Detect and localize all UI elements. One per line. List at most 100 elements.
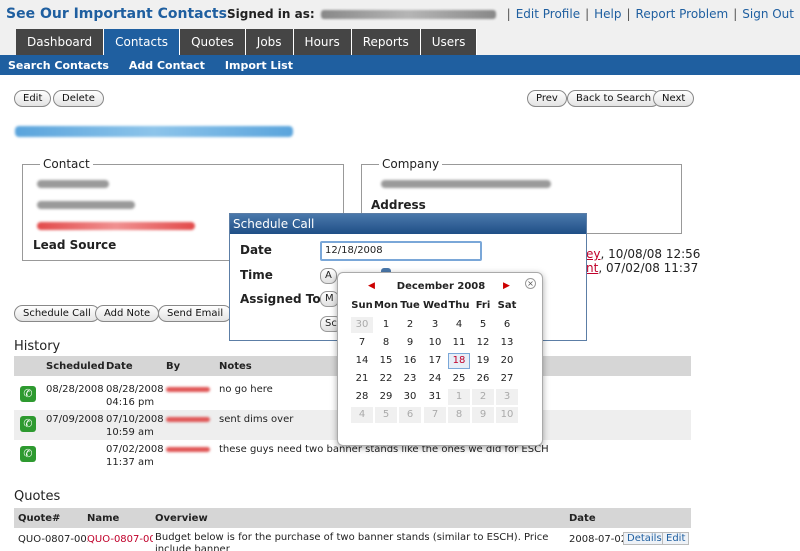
calendar-day[interactable]: 20 xyxy=(496,353,518,369)
calendar-day-outside: 10 xyxy=(496,407,518,423)
edit-button[interactable]: Edit xyxy=(14,90,52,107)
history-date: 07/10/2008 xyxy=(106,414,164,425)
calendar-day[interactable]: 29 xyxy=(375,389,397,405)
calendar-day[interactable]: 26 xyxy=(472,371,494,387)
calendar-day[interactable]: 7 xyxy=(351,335,373,351)
calendar-day[interactable]: 4 xyxy=(448,317,470,333)
activity-user-link-1[interactable]: ey xyxy=(586,247,600,261)
quotes-title: Quotes xyxy=(14,489,61,504)
delete-button[interactable]: Delete xyxy=(53,90,104,107)
tab-jobs[interactable]: Jobs xyxy=(245,29,294,55)
search-contacts-link[interactable]: Search Contacts xyxy=(8,59,109,72)
col-date: Date xyxy=(106,361,133,372)
sign-out-link[interactable]: Sign Out xyxy=(742,7,794,21)
calendar-day[interactable]: 22 xyxy=(375,371,397,387)
calendar-day[interactable]: 13 xyxy=(496,335,518,351)
calendar-day[interactable]: 10 xyxy=(424,335,446,351)
add-note-button[interactable]: Add Note xyxy=(95,305,160,322)
quotes-table-header: Quote# Name Overview Date xyxy=(14,508,691,528)
assigned-to-label: Assigned To xyxy=(240,292,321,306)
history-time: 04:16 pm xyxy=(106,397,155,408)
calendar-day[interactable]: 3 xyxy=(424,317,446,333)
next-button[interactable]: Next xyxy=(653,90,695,107)
send-email-button[interactable]: Send Email xyxy=(158,305,233,322)
activity-date-1: , 10/08/08 12:56 xyxy=(600,247,701,261)
quote-overview: Budget below is for the purchase of two … xyxy=(155,532,549,551)
calendar-day[interactable]: 5 xyxy=(472,317,494,333)
calendar-day[interactable]: 8 xyxy=(375,335,397,351)
col-name: Name xyxy=(87,513,120,524)
signed-in-label: Signed in as: xyxy=(227,7,315,21)
company-legend: Company xyxy=(379,157,443,171)
calendar-day[interactable]: 17 xyxy=(424,353,446,369)
activity-user-link-2[interactable]: nt xyxy=(586,261,598,275)
schedule-call-button[interactable]: Schedule Call xyxy=(14,305,100,322)
edit-profile-link[interactable]: Edit Profile xyxy=(516,7,580,21)
calendar-day[interactable]: 23 xyxy=(399,371,421,387)
tab-contacts[interactable]: Contacts xyxy=(104,29,181,55)
time-select[interactable]: A xyxy=(320,268,337,284)
time-label: Time xyxy=(240,268,273,282)
calendar-weekday: Fri xyxy=(475,300,491,311)
calendar-weekday: Sat xyxy=(497,300,517,311)
calendar-day[interactable]: 27 xyxy=(496,371,518,387)
history-date: 08/28/2008 xyxy=(106,384,164,395)
back-to-search-button[interactable]: Back to Search xyxy=(567,90,661,107)
history-user-redacted xyxy=(166,387,210,392)
history-user-redacted xyxy=(166,447,210,452)
calendar-day-outside: 3 xyxy=(496,389,518,405)
calendar-weekday: Sun xyxy=(351,300,373,311)
calendar-day[interactable]: 2 xyxy=(399,317,421,333)
calendar-day[interactable]: 1 xyxy=(375,317,397,333)
calendar-day[interactable]: 21 xyxy=(351,371,373,387)
report-problem-link[interactable]: Report Problem xyxy=(636,7,729,21)
calendar-day-outside: 6 xyxy=(399,407,421,423)
main-tabs: Dashboard Contacts Quotes Jobs Hours Rep… xyxy=(16,29,478,55)
calendar-day[interactable]: 18 xyxy=(448,353,470,369)
history-user-redacted xyxy=(166,417,210,422)
assigned-to-select[interactable]: M xyxy=(320,291,339,307)
col-overview: Overview xyxy=(155,513,208,524)
tab-users[interactable]: Users xyxy=(420,29,478,55)
history-time: 11:37 am xyxy=(106,457,154,468)
next-month-arrow-icon[interactable]: ▶ xyxy=(503,281,510,291)
history-note: sent dims over xyxy=(219,414,294,425)
calendar-weekday: Mon xyxy=(374,300,398,311)
top-header: See Our Important Contacts Signed in as:… xyxy=(0,0,800,55)
calendar-day[interactable]: 25 xyxy=(448,371,470,387)
prev-button[interactable]: Prev xyxy=(527,90,567,107)
app-title[interactable]: See Our Important Contacts xyxy=(6,6,227,22)
date-input[interactable]: 12/18/2008 xyxy=(320,241,482,261)
help-link[interactable]: Help xyxy=(594,7,621,21)
phone-icon[interactable]: ✆ xyxy=(20,446,36,462)
calendar-weekday: Wed xyxy=(423,300,448,311)
calendar-day[interactable]: 9 xyxy=(399,335,421,351)
phone-icon[interactable]: ✆ xyxy=(20,386,36,402)
calendar-day[interactable]: 12 xyxy=(472,335,494,351)
tab-reports[interactable]: Reports xyxy=(351,29,421,55)
calendar-day[interactable]: 16 xyxy=(399,353,421,369)
activity-line-2: nt, 07/02/08 11:37 xyxy=(586,261,698,275)
quote-edit-button[interactable]: Edit xyxy=(662,532,690,545)
calendar-day[interactable]: 11 xyxy=(448,335,470,351)
calendar-day[interactable]: 19 xyxy=(472,353,494,369)
calendar-day[interactable]: 24 xyxy=(424,371,446,387)
calendar-day[interactable]: 28 xyxy=(351,389,373,405)
history-scheduled: 08/28/2008 xyxy=(46,384,104,395)
calendar-day[interactable]: 6 xyxy=(496,317,518,333)
calendar-weekday: Tue xyxy=(400,300,420,311)
calendar-day[interactable]: 15 xyxy=(375,353,397,369)
tab-hours[interactable]: Hours xyxy=(293,29,352,55)
phone-icon[interactable]: ✆ xyxy=(20,416,36,432)
calendar-day[interactable]: 30 xyxy=(399,389,421,405)
quote-name-link[interactable]: QUO-0807-003 xyxy=(87,534,153,545)
tab-quotes[interactable]: Quotes xyxy=(180,29,246,55)
add-contact-link[interactable]: Add Contact xyxy=(129,59,205,72)
import-list-link[interactable]: Import List xyxy=(225,59,293,72)
calendar-day[interactable]: 14 xyxy=(351,353,373,369)
quote-details-button[interactable]: Details xyxy=(623,532,666,545)
close-icon[interactable]: × xyxy=(525,278,536,289)
tab-dashboard[interactable]: Dashboard xyxy=(16,29,105,55)
calendar-day[interactable]: 31 xyxy=(424,389,446,405)
calendar-day-outside: 9 xyxy=(472,407,494,423)
